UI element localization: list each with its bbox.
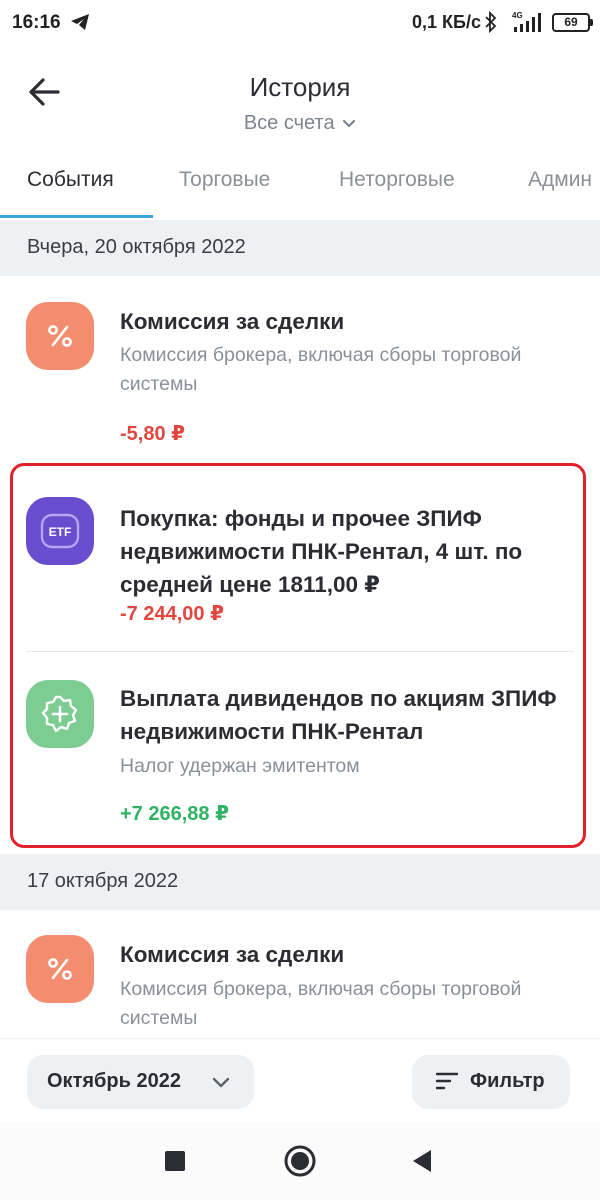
tab-trading[interactable]: Торговые <box>179 168 270 192</box>
date-label: Вчера, 20 октября 2022 <box>27 236 246 258</box>
percent-icon <box>26 935 94 1003</box>
account-selector-label: Все счета <box>243 112 335 134</box>
svg-text:ETF: ETF <box>49 525 72 539</box>
dividend-plus-icon <box>26 680 94 748</box>
system-nav-bar <box>0 1122 600 1200</box>
event-subtitle: Налог удержан эмитентом <box>120 755 360 777</box>
battery-icon: 69 <box>552 13 593 32</box>
telegram-icon <box>70 13 90 36</box>
event-subtitle: Комиссия брокера, включая сборы торговой… <box>120 344 522 395</box>
event-amount: +7 266,88 ₽ <box>120 803 230 825</box>
event-amount: -7 244,00 ₽ <box>120 603 224 625</box>
etf-icon: ETF <box>26 497 94 565</box>
event-title: Покупка: фонды и прочее ЗПИФ недвижимост… <box>120 506 523 597</box>
divider <box>26 651 574 652</box>
tab-non-trading[interactable]: Неторговые <box>339 168 455 192</box>
tab-events[interactable]: События <box>27 168 114 192</box>
filter-label: Фильтр <box>470 1070 545 1092</box>
date-header: Вчера, 20 октября 2022 <box>0 220 600 276</box>
month-selector-button[interactable]: Октябрь 2022 <box>27 1055 254 1109</box>
event-amount: -5,80 ₽ <box>120 423 186 445</box>
status-bar: 16:16 0,1 КБ/с 4G 69 <box>0 0 600 48</box>
percent-icon <box>26 302 94 370</box>
network-speed: 0,1 КБ/с <box>412 12 481 32</box>
bluetooth-icon <box>484 10 498 38</box>
event-subtitle: Комиссия брокера, включая сборы торговой… <box>120 978 522 1029</box>
home-circle-icon[interactable] <box>283 1144 317 1178</box>
tab-bar: События Торговые Неторговые Админ <box>0 158 600 220</box>
signal-icon: 4G <box>510 10 546 39</box>
bottom-bar: Октябрь 2022 Фильтр <box>0 1038 600 1122</box>
recents-square-icon[interactable] <box>164 1150 186 1172</box>
status-time: 16:16 <box>12 12 61 33</box>
date-label: 17 октября 2022 <box>27 870 179 892</box>
chevron-down-icon <box>342 112 356 135</box>
filter-icon <box>436 1072 458 1090</box>
tab-admin[interactable]: Админ <box>528 168 592 192</box>
active-tab-indicator <box>0 215 153 218</box>
chevron-down-icon <box>212 1077 230 1088</box>
event-title: Комиссия за сделки <box>120 309 345 334</box>
month-label: Октябрь 2022 <box>47 1070 181 1092</box>
back-triangle-icon[interactable] <box>411 1149 433 1173</box>
event-title: Выплата дивидендов по акциям ЗПИФ недвиж… <box>120 686 557 744</box>
svg-text:4G: 4G <box>512 11 523 20</box>
filter-button[interactable]: Фильтр <box>412 1055 570 1109</box>
account-selector[interactable]: Все счета <box>0 112 600 135</box>
page-title: История <box>249 72 351 102</box>
event-title: Комиссия за сделки <box>120 942 345 967</box>
date-header: 17 октября 2022 <box>0 854 600 910</box>
